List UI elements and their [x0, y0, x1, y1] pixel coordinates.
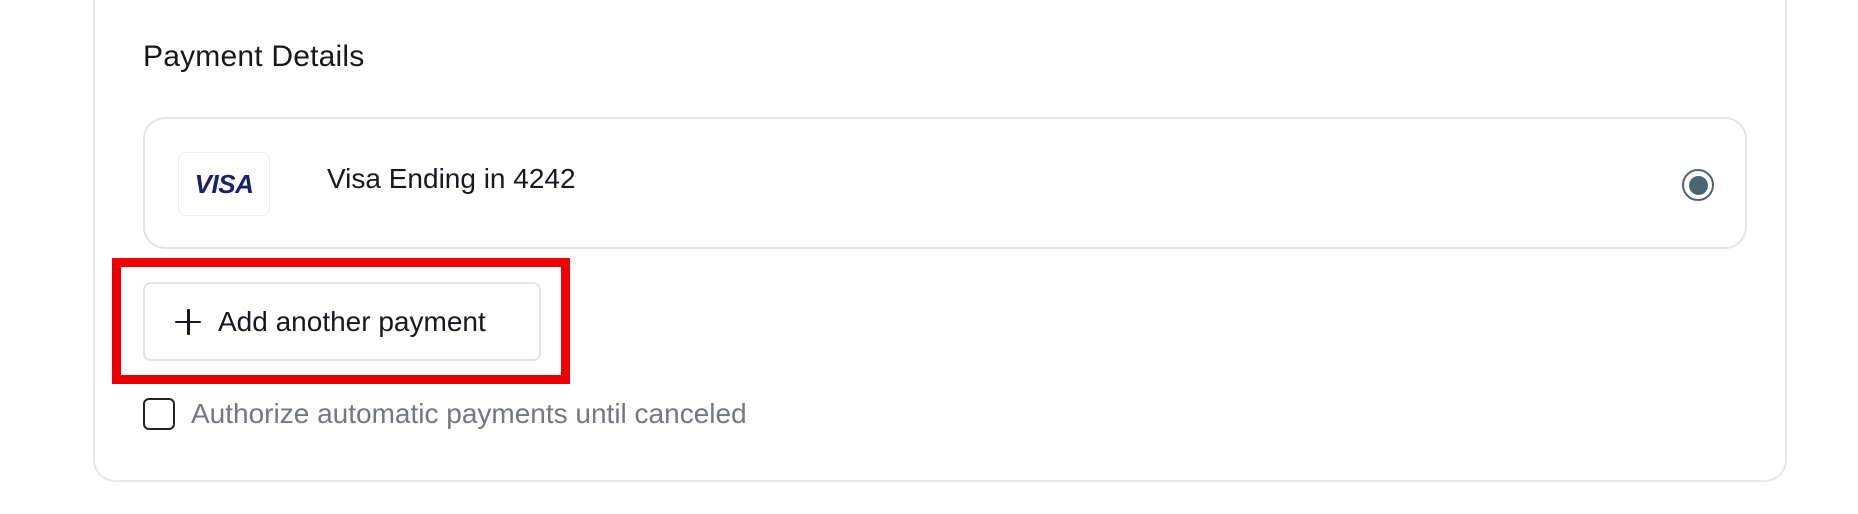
saved-payment-method[interactable]: VISA Visa Ending in 4242 [143, 117, 1747, 249]
radio-selected-dot [1688, 175, 1708, 195]
visa-logo: VISA [178, 152, 270, 216]
add-payment-label: Add another payment [218, 305, 486, 337]
plus-icon [175, 308, 201, 335]
add-another-payment-button[interactable]: Add another payment [143, 282, 541, 361]
payment-method-radio[interactable] [1682, 169, 1714, 201]
autopay-option: Authorize automatic payments until cance… [143, 398, 747, 430]
autopay-label[interactable]: Authorize automatic payments until cance… [191, 398, 747, 430]
visa-logo-text: VISA [194, 168, 254, 199]
page: Payment Details VISA Visa Ending in 4242… [0, 0, 1858, 514]
autopay-checkbox[interactable] [143, 398, 175, 430]
section-title: Payment Details [143, 40, 365, 73]
payment-method-label: Visa Ending in 4242 [327, 163, 576, 194]
